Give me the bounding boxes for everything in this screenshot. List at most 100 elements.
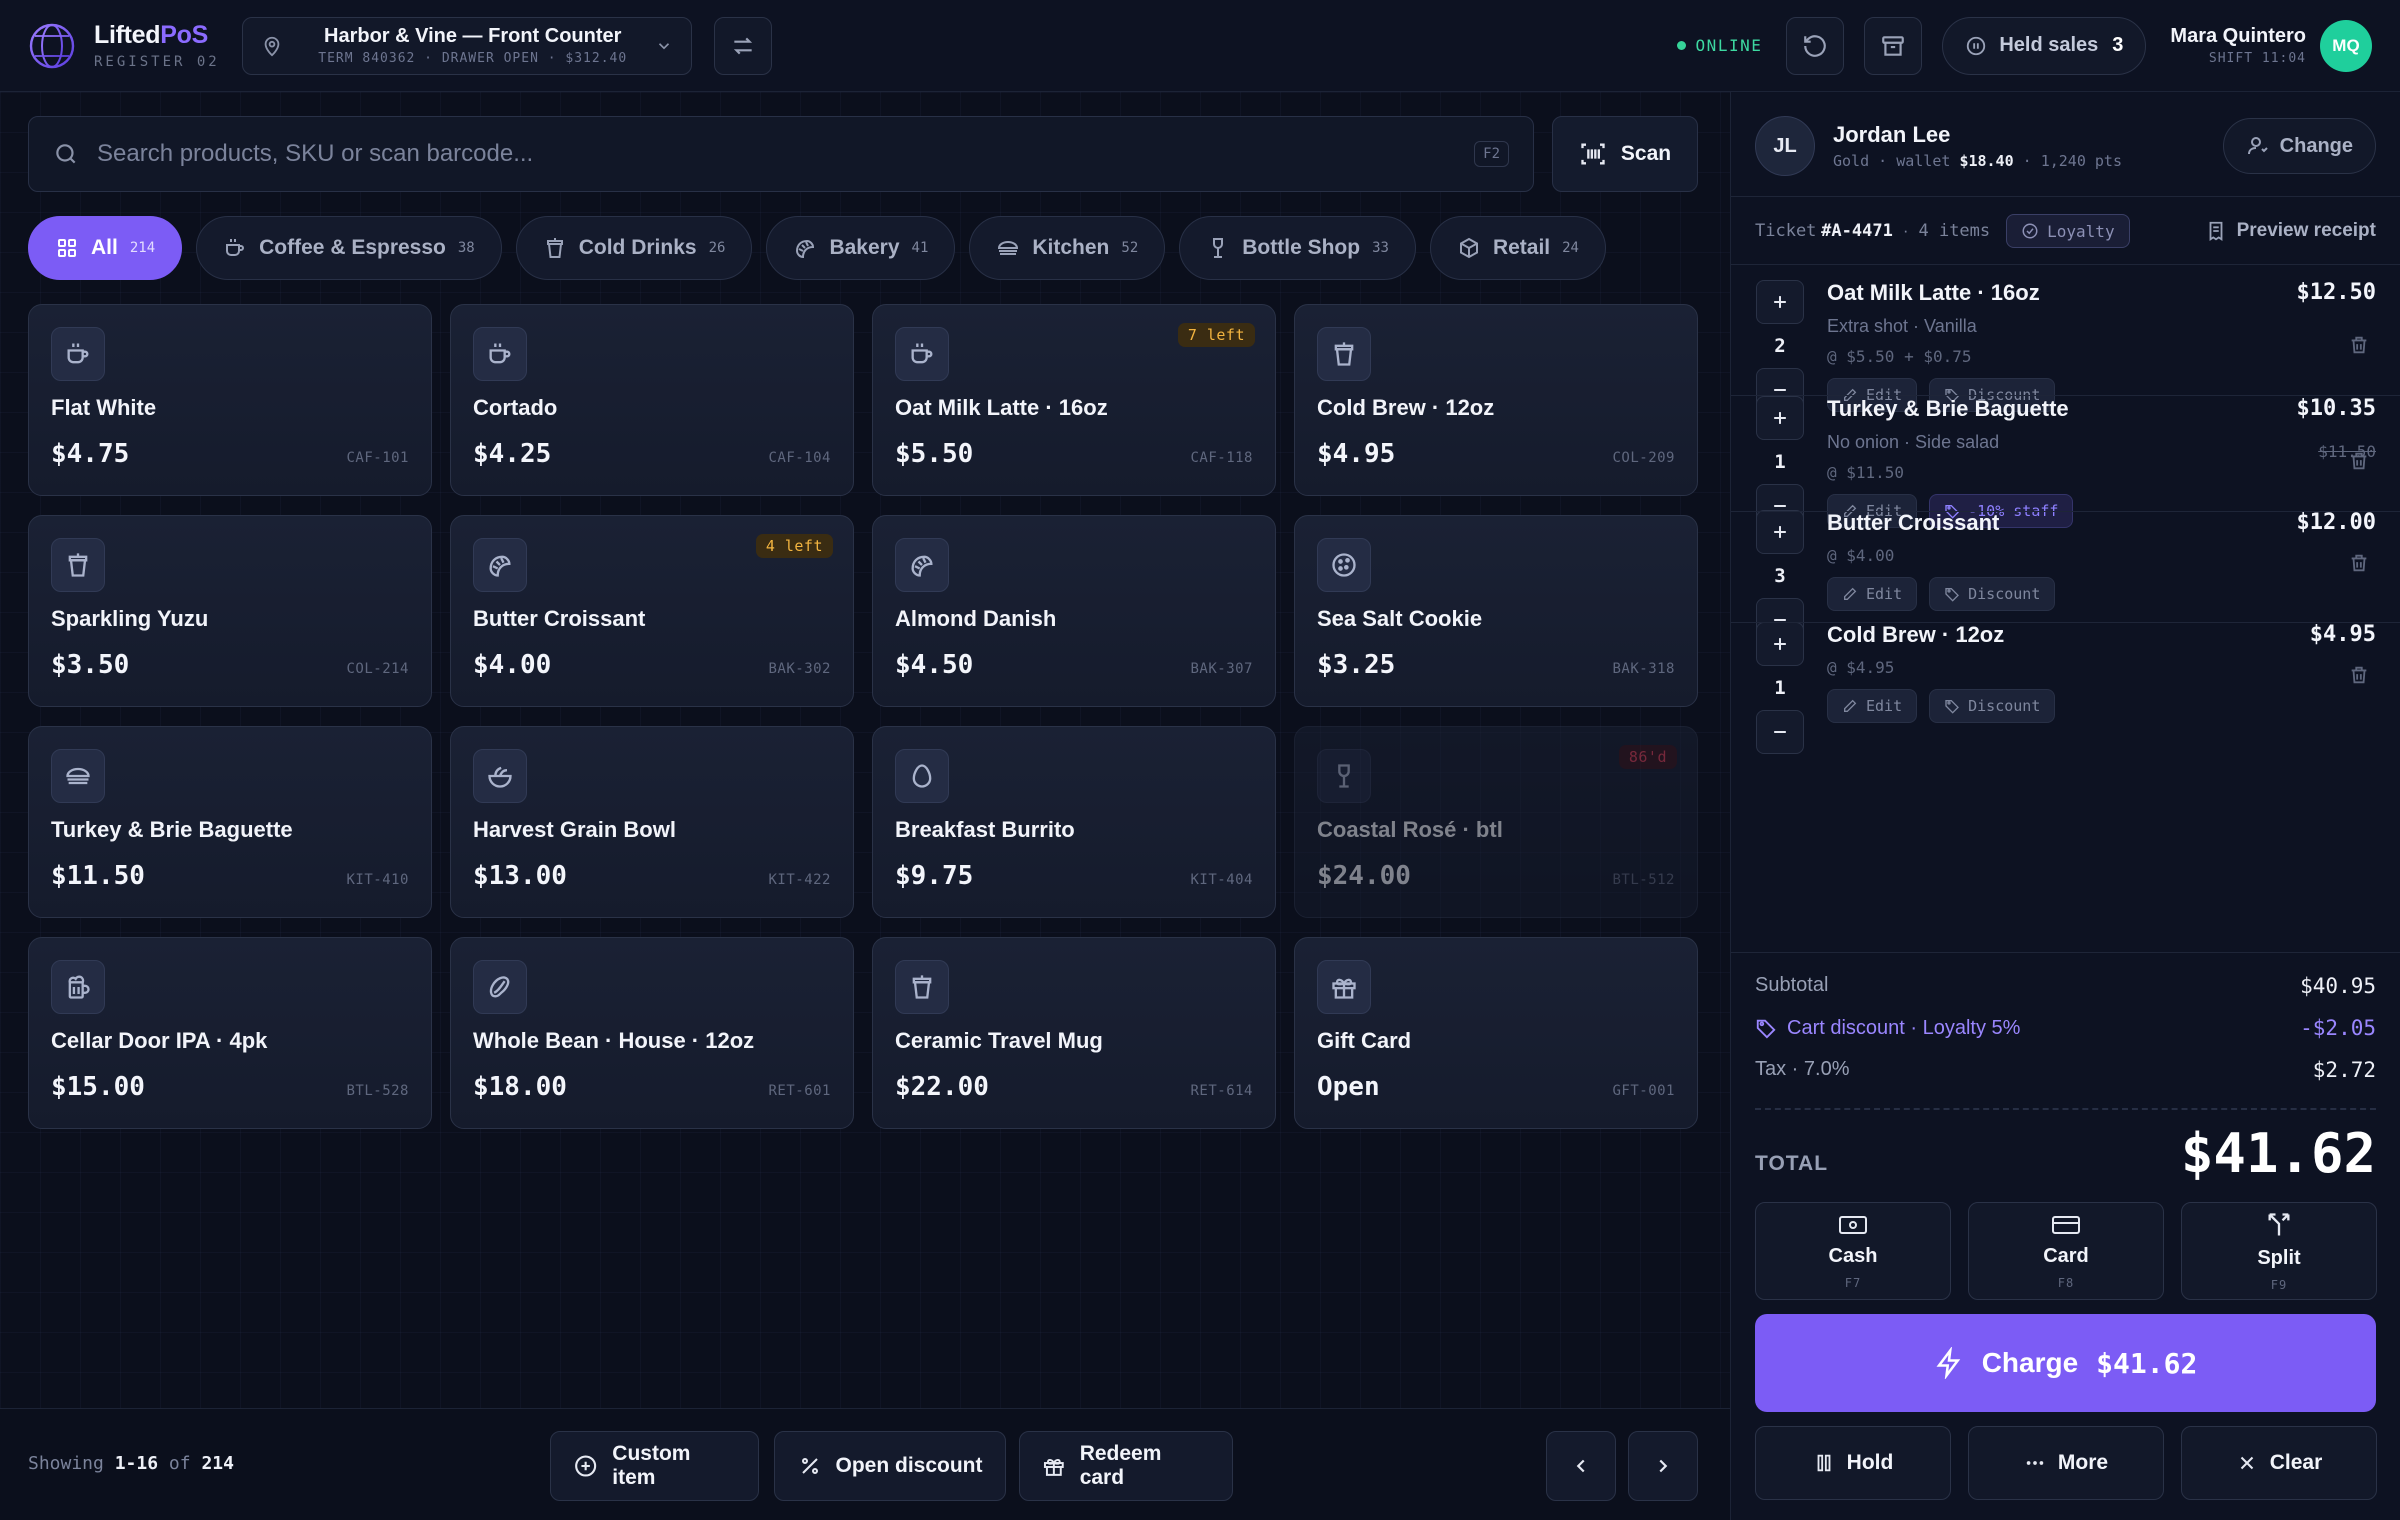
total-label: TOTAL xyxy=(1755,1152,1829,1175)
line-item-total: $12.00 xyxy=(2296,510,2376,535)
edit-line-button[interactable]: Edit xyxy=(1827,689,1918,723)
product-sku: RET-614 xyxy=(1190,1083,1253,1099)
product-card[interactable]: Almond Danish $4.50 BAK-307 xyxy=(872,515,1276,707)
pay-split-button[interactable]: Split F9 xyxy=(2181,1202,2377,1300)
next-page-button[interactable] xyxy=(1628,1431,1698,1501)
preview-receipt-link[interactable]: Preview receipt xyxy=(2205,220,2376,242)
user-switch-icon xyxy=(2247,137,2268,155)
remove-line-button[interactable] xyxy=(2348,450,2370,472)
category-tab-kitchen[interactable]: Kitchen 52 xyxy=(969,216,1166,280)
drawer-button[interactable] xyxy=(1864,16,1923,75)
more-button[interactable]: More xyxy=(1968,1426,2164,1500)
product-card[interactable]: Flat White $4.75 CAF-101 xyxy=(28,304,432,496)
ticket-row: Ticket #A-4471 · 4 items Loyalty Preview … xyxy=(1755,212,2376,250)
product-sku: GFT-001 xyxy=(1612,1083,1675,1099)
location-selector[interactable]: Harbor & Vine — Front Counter TERM 84036… xyxy=(241,16,692,75)
product-price: $4.95 xyxy=(1317,439,1396,469)
line-item-modifiers: No onion · Side salad xyxy=(1827,432,2000,452)
cart-line-item: 3 Butter Croissant @ $4.00 Edit Discount $12.… xyxy=(1755,510,2376,642)
category-tab-coffee[interactable]: Coffee & Espresso 38 xyxy=(196,216,502,280)
minus-icon xyxy=(1774,731,1786,733)
cup-icon xyxy=(1334,342,1354,366)
search-input[interactable] xyxy=(97,140,1475,168)
product-card[interactable]: Whole Bean · House · 12oz $18.00 RET-601 xyxy=(450,937,854,1129)
remove-line-button[interactable] xyxy=(2348,334,2370,356)
croissant-icon xyxy=(796,239,815,259)
line-item-name: Butter Croissant xyxy=(1827,510,2000,535)
quantity-stepper: 1 xyxy=(1755,622,1805,754)
user-avatar[interactable]: MQ xyxy=(2320,19,2372,72)
divider xyxy=(1731,952,2400,953)
held-sales-button[interactable]: Held sales 3 xyxy=(1942,16,2147,75)
line-item-total: $12.50 xyxy=(2296,280,2376,305)
decrease-qty-button[interactable] xyxy=(1756,710,1804,754)
product-sku: CAF-101 xyxy=(346,450,409,466)
product-card[interactable]: 4 left Butter Croissant $4.00 BAK-302 xyxy=(450,515,854,707)
cart-discount-row[interactable]: Cart discount · Loyalty 5% -$2.05 xyxy=(1755,1016,2376,1040)
product-card[interactable]: Gift Card Open GFT-001 xyxy=(1294,937,1698,1129)
archive-icon xyxy=(1882,35,1905,56)
product-image xyxy=(1317,327,1371,381)
open-discount-button[interactable]: Open discount xyxy=(774,1431,1006,1501)
increase-qty-button[interactable] xyxy=(1756,510,1804,554)
edit-line-button[interactable]: Edit xyxy=(1827,577,1918,611)
product-price: $18.00 xyxy=(473,1072,567,1102)
receipt-icon xyxy=(2209,221,2222,241)
online-status: ONLINE xyxy=(1676,36,1763,55)
bean-icon xyxy=(489,976,510,998)
discount-line-button[interactable]: Discount xyxy=(1929,577,2056,611)
remove-line-button[interactable] xyxy=(2348,664,2370,686)
product-card[interactable]: Cold Brew · 12oz $4.95 COL-209 xyxy=(1294,304,1698,496)
increase-qty-button[interactable] xyxy=(1756,396,1804,440)
product-card[interactable]: Breakfast Burrito $9.75 KIT-404 xyxy=(872,726,1276,918)
product-card[interactable]: 86'd Coastal Rosé · btl $24.00 BTL-512 xyxy=(1294,726,1698,918)
search-bar[interactable]: F2 xyxy=(28,116,1534,192)
product-card[interactable]: Ceramic Travel Mug $22.00 RET-614 xyxy=(872,937,1276,1129)
pay-card-button[interactable]: Card F8 xyxy=(1968,1202,2164,1300)
product-sku: CAF-104 xyxy=(768,450,831,466)
line-item-unit-price: @ $5.50 + $0.75 xyxy=(1827,347,1972,366)
product-sku: COL-209 xyxy=(1612,450,1675,466)
gift-icon xyxy=(1043,1458,1064,1476)
product-card[interactable]: Sparkling Yuzu $3.50 COL-214 xyxy=(28,515,432,707)
product-image xyxy=(51,960,105,1014)
cart-line-item: 2 Oat Milk Latte · 16oz Extra shot · Vanil… xyxy=(1755,280,2376,412)
remove-line-button[interactable] xyxy=(2348,552,2370,574)
prev-page-button[interactable] xyxy=(1546,1431,1616,1501)
product-card[interactable]: Turkey & Brie Baguette $11.50 KIT-410 xyxy=(28,726,432,918)
category-tab-all[interactable]: All 214 xyxy=(28,216,183,280)
product-card[interactable]: 7 left Oat Milk Latte · 16oz $5.50 CAF-118 xyxy=(872,304,1276,496)
increase-qty-button[interactable] xyxy=(1756,622,1804,666)
product-card[interactable]: Harvest Grain Bowl $13.00 KIT-422 xyxy=(450,726,854,918)
product-card[interactable]: Sea Salt Cookie $3.25 BAK-318 xyxy=(1294,515,1698,707)
hold-button[interactable]: Hold xyxy=(1755,1426,1951,1500)
user-info: Mara Quintero SHIFT 11:04 xyxy=(2170,25,2306,66)
discount-line-button[interactable]: Discount xyxy=(1929,689,2056,723)
dots-horizontal-icon xyxy=(2026,1461,2044,1465)
history-button[interactable] xyxy=(1786,16,1845,75)
change-customer-button[interactable]: Change xyxy=(2222,118,2376,174)
totals-divider xyxy=(1755,1108,2376,1110)
loyalty-chip[interactable]: Loyalty xyxy=(2006,214,2130,248)
category-tab-cold-drinks[interactable]: Cold Drinks 26 xyxy=(515,216,753,280)
tag-icon xyxy=(1756,1019,1776,1039)
pay-cash-button[interactable]: Cash F7 xyxy=(1755,1202,1951,1300)
category-tab-bakery[interactable]: Bakery 41 xyxy=(766,216,956,280)
increase-qty-button[interactable] xyxy=(1756,280,1804,324)
plus-icon xyxy=(1774,526,1786,538)
product-card[interactable]: Cellar Door IPA · 4pk $15.00 BTL-528 xyxy=(28,937,432,1129)
category-tab-bottle-shop[interactable]: Bottle Shop 33 xyxy=(1179,216,1416,280)
switch-register-button[interactable] xyxy=(713,16,772,75)
category-tab-retail[interactable]: Retail 24 xyxy=(1429,216,1606,280)
custom-item-button[interactable]: Custom item xyxy=(550,1431,759,1501)
product-price: $15.00 xyxy=(51,1072,145,1102)
product-grid: Flat White $4.75 CAF-101 Cortado $4.25 CAF-10… xyxy=(28,304,1698,1129)
card-icon xyxy=(2052,1215,2080,1234)
clear-button[interactable]: Clear xyxy=(2181,1426,2377,1500)
scan-button[interactable]: Scan xyxy=(1552,116,1698,192)
redeem-card-button[interactable]: Redeem card xyxy=(1019,1431,1233,1501)
charge-button[interactable]: Charge $41.62 xyxy=(1755,1314,2376,1412)
product-card[interactable]: Cortado $4.25 CAF-104 xyxy=(450,304,854,496)
product-price: $4.75 xyxy=(51,439,130,469)
product-name: Whole Bean · House · 12oz xyxy=(473,1028,755,1053)
